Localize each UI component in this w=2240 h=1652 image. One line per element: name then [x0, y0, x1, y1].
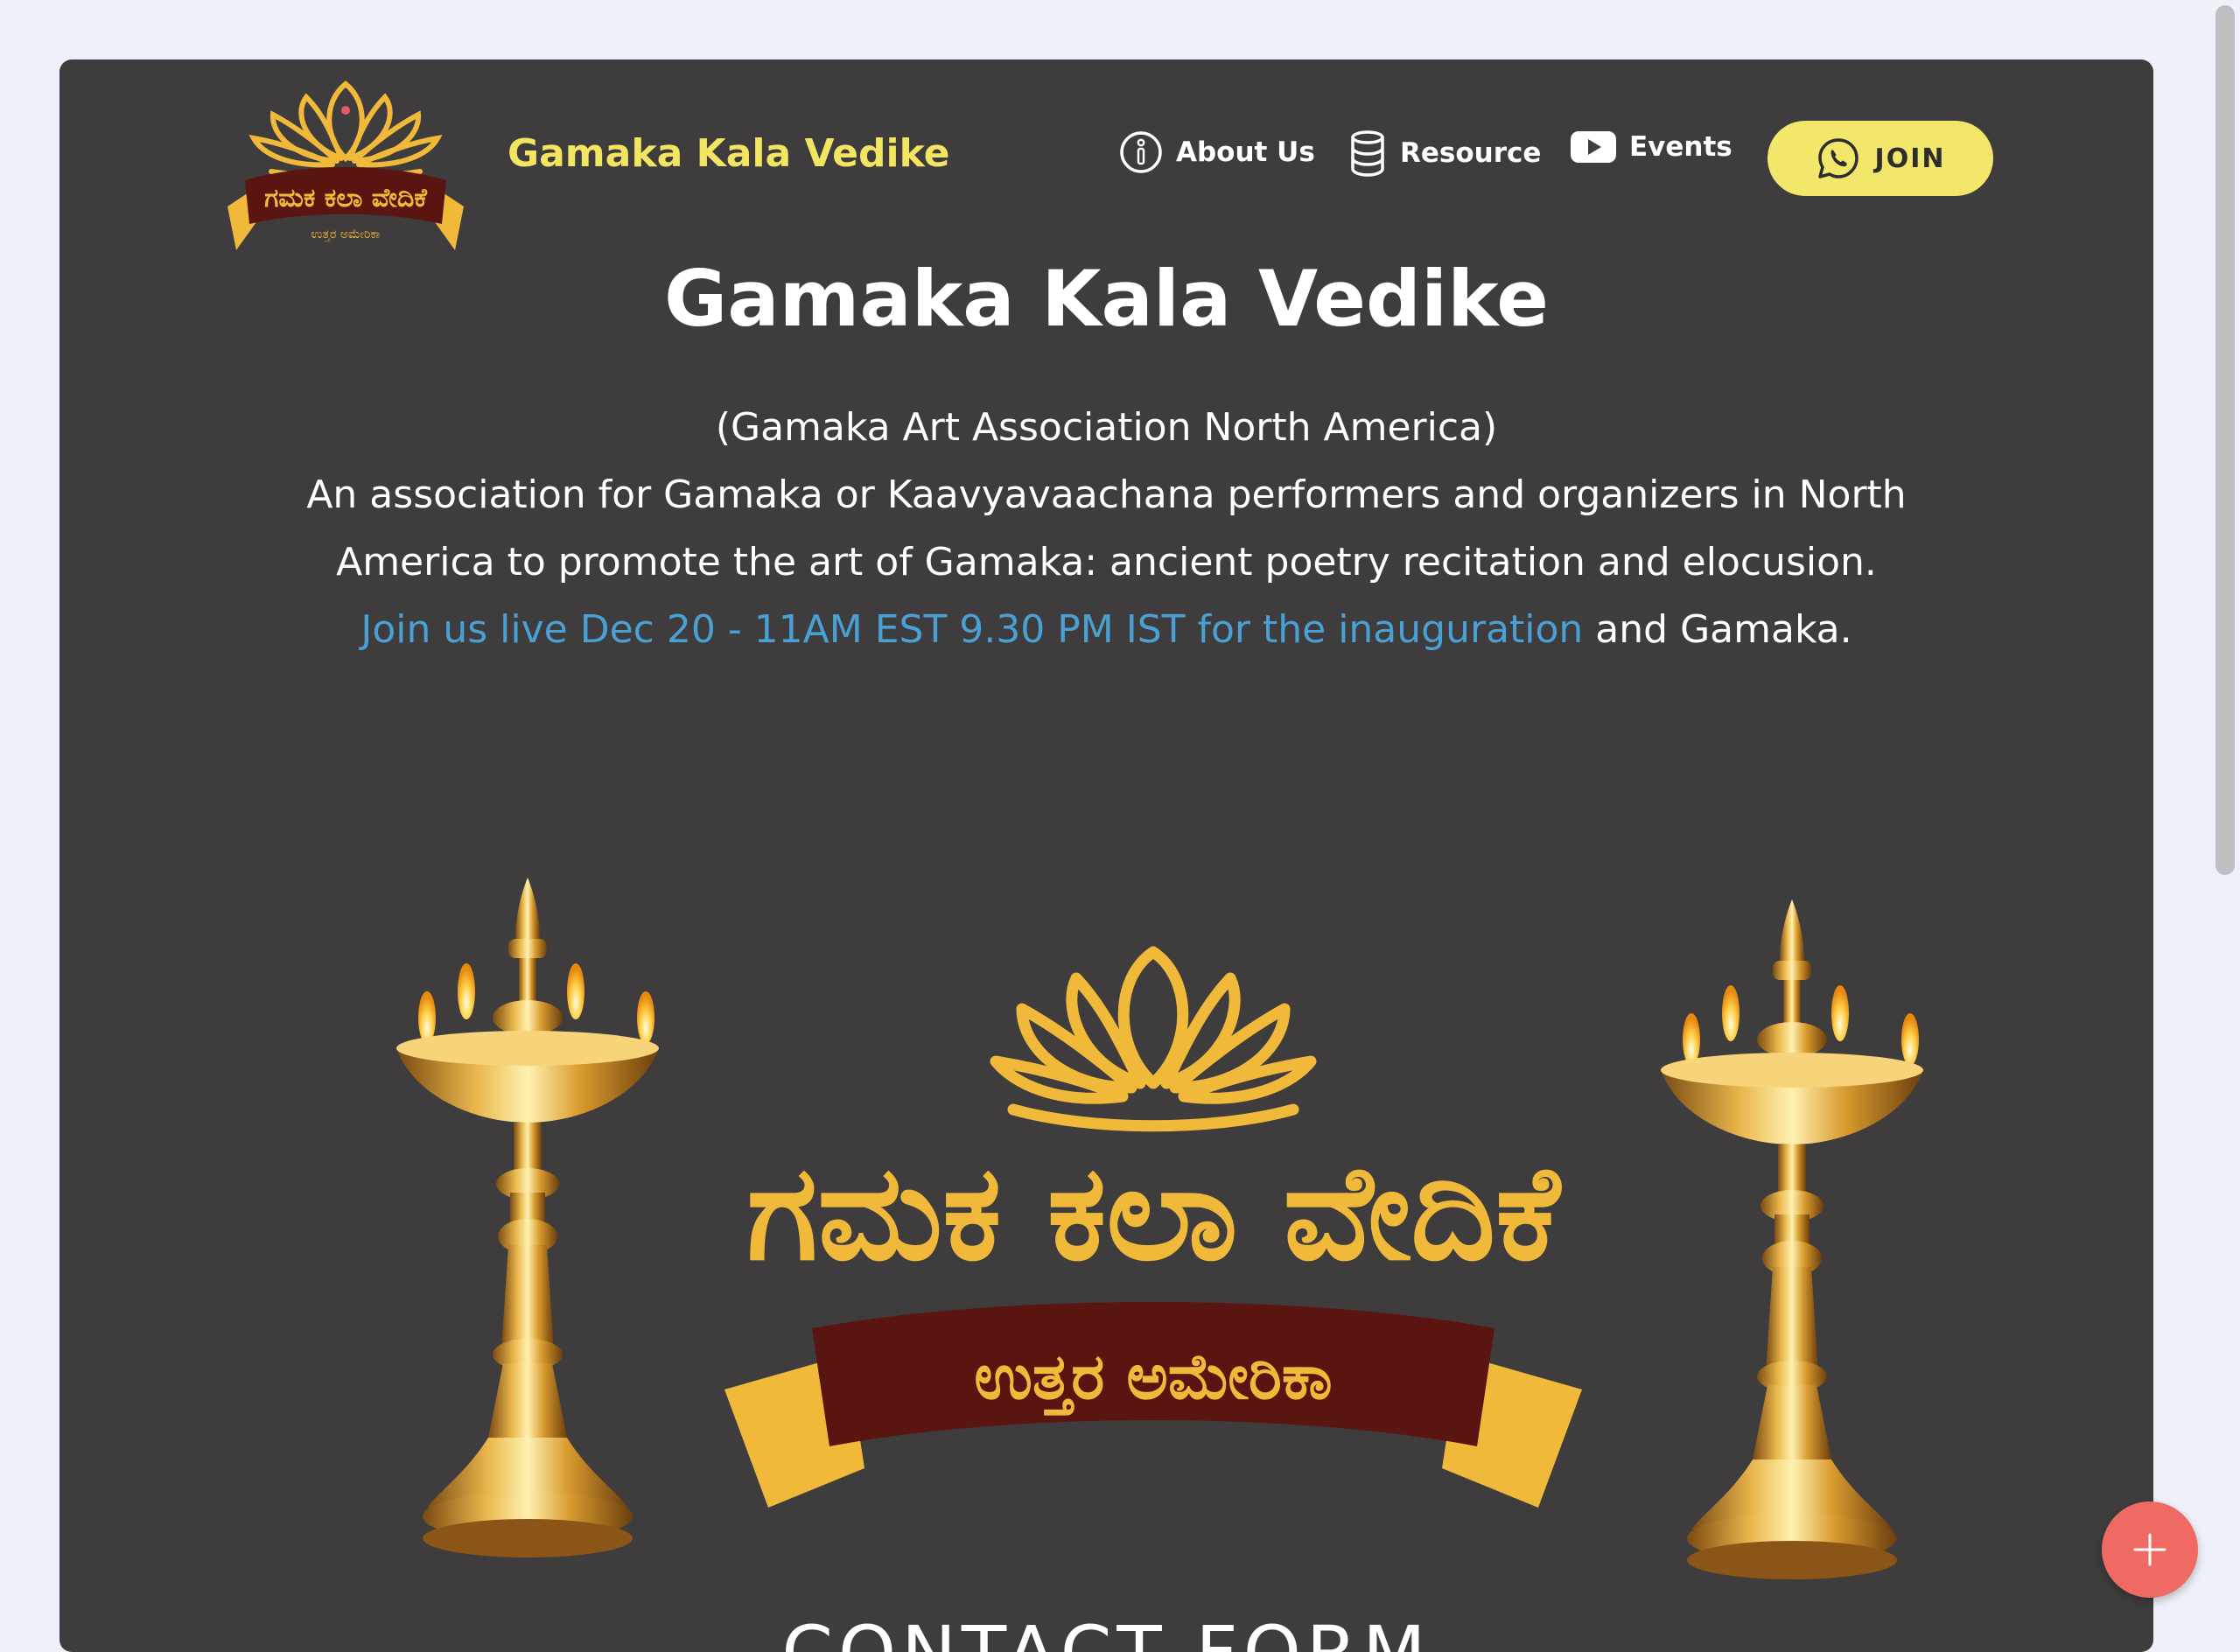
- hero-line-2: America to promote the art of Gamaka: an…: [336, 540, 1877, 584]
- inauguration-link[interactable]: Join us live Dec 20 - 11AM EST 9.30 PM I…: [360, 607, 1583, 652]
- hero-line-3: Join us live Dec 20 - 11AM EST 9.30 PM I…: [234, 596, 1978, 663]
- hero-link-suffix: and Gamaka.: [1583, 607, 1852, 652]
- hero-description: (Gamaka Art Association North America) A…: [234, 394, 1978, 663]
- site-logo[interactable]: ಗಮಕ ಕಲಾ ವೇದಿಕೆ ಉತ್ತರ ಅಮೇರಿಕಾ: [201, 75, 490, 259]
- nav-about-us-label: About Us: [1176, 136, 1315, 168]
- plus-icon: [2133, 1533, 2166, 1566]
- info-icon: [1120, 131, 1162, 173]
- join-button-label: JOIN: [1874, 143, 1946, 174]
- nav-resource[interactable]: Resource: [1348, 130, 1541, 177]
- youtube-icon: [1571, 131, 1616, 163]
- page-scrollbar[interactable]: [2216, 5, 2235, 875]
- nav-resource-label: Resource: [1400, 137, 1542, 169]
- whatsapp-icon: [1817, 138, 1858, 178]
- logo-subtitle-text: ಉತ್ತರ ಅಮೇರಿಕಾ: [311, 228, 380, 242]
- nav-events-label: Events: [1629, 131, 1732, 163]
- join-button[interactable]: JOIN: [1768, 121, 1993, 196]
- brand-name[interactable]: Gamaka Kala Vedike: [508, 131, 949, 176]
- hero-banner-image: ಗಮಕ ಕಲಾ ವೇದಿಕೆ ಉತ್ತರ ಅಮೇರಿಕಾ: [396, 878, 1923, 1579]
- nav-about-us[interactable]: About Us: [1118, 130, 1315, 175]
- site-header: ಗಮಕ ಕಲಾ ವೇದಿಕೆ ಉತ್ತರ ಅಮೇರಿಕಾ Gamaka Kala…: [60, 60, 2153, 252]
- database-icon: [1351, 130, 1384, 177]
- hero-subtitle: (Gamaka Art Association North America): [715, 405, 1498, 450]
- page-title: Gamaka Kala Vedike: [664, 254, 1549, 344]
- add-fab-button[interactable]: [2102, 1502, 2198, 1598]
- banner-ribbon-text: ಉತ್ತರ ಅಮೇರಿಕಾ: [974, 1340, 1332, 1417]
- hero-line-1: An association for Gamaka or Kaavyavaach…: [306, 472, 1907, 517]
- banner-title-text: ಗಮಕ ಕಲಾ ವೇದಿಕೆ: [746, 1138, 1562, 1290]
- contact-form-heading: CONTACT FORM: [60, 1610, 2153, 1652]
- nav-events[interactable]: Events: [1570, 130, 1732, 164]
- logo-title-text: ಗಮಕ ಕಲಾ ವೇದಿಕೆ: [264, 183, 428, 214]
- main-card: ಗಮಕ ಕಲಾ ವೇದಿಕೆ ಉತ್ತರ ಅಮೇರಿಕಾ Gamaka Kala…: [60, 60, 2153, 1652]
